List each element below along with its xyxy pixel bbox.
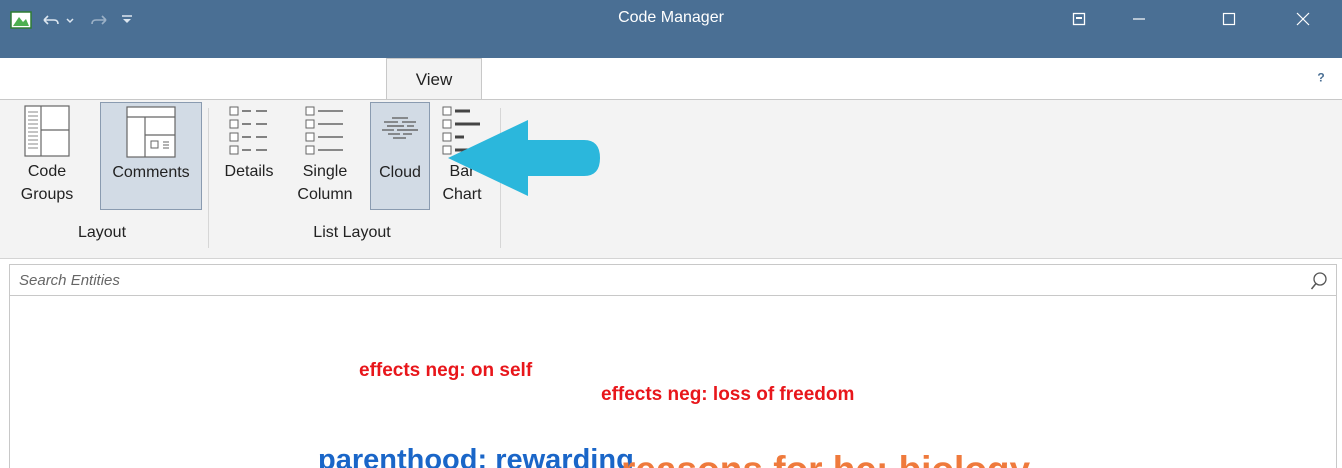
group-label-list-layout: List Layout: [313, 224, 391, 241]
collapse-ribbon-icon[interactable]: [1278, 66, 1300, 88]
title-bar: Code Manager Codes Search & Filter Tools…: [0, 0, 1342, 90]
tab-view[interactable]: View: [386, 58, 482, 100]
single-column-label-2: Column: [297, 186, 353, 203]
close-button[interactable]: [1280, 4, 1326, 34]
cloud-word[interactable]: parenthood: rewarding: [318, 444, 634, 468]
maximize-button[interactable]: [1206, 4, 1252, 34]
group-separator: [208, 108, 209, 248]
group-label-layout: Layout: [77, 224, 127, 241]
comments-label: Comments: [112, 164, 190, 181]
code-groups-label-1: Code: [27, 163, 67, 180]
details-list-icon: [227, 102, 271, 160]
single-column-label-1: Single: [302, 163, 348, 180]
tab-codes[interactable]: Codes: [18, 62, 96, 99]
code-groups-button[interactable]: Code Groups: [0, 102, 94, 210]
word-cloud-icon: [378, 103, 422, 161]
code-groups-layout-icon: [23, 102, 71, 160]
help-icon[interactable]: ?: [1310, 66, 1332, 88]
cloud-word[interactable]: reasons for hc: biology: [621, 449, 1030, 468]
cloud-word[interactable]: effects neg: on self: [359, 360, 532, 382]
svg-text:?: ?: [1317, 71, 1324, 85]
tab-tools[interactable]: Tools: [300, 62, 370, 99]
comments-layout-icon: [125, 103, 177, 161]
search-input[interactable]: Search Entities: [19, 272, 120, 289]
details-label: Details: [224, 163, 274, 180]
comments-button[interactable]: Comments: [100, 102, 202, 210]
search-icon[interactable]: [1310, 271, 1328, 291]
cloud-button[interactable]: Cloud: [370, 102, 430, 210]
tab-search-filter[interactable]: Search & Filter: [130, 62, 265, 99]
minimize-button[interactable]: [1116, 4, 1162, 34]
details-button[interactable]: Details: [216, 102, 282, 210]
word-cloud-area: effects neg: on self effects neg: loss o…: [9, 296, 1337, 468]
search-bar[interactable]: Search Entities: [9, 264, 1337, 296]
single-column-button[interactable]: Single Column: [292, 102, 358, 210]
annotation-arrow-icon: [448, 120, 600, 196]
code-groups-label-2: Groups: [20, 186, 74, 203]
cloud-label: Cloud: [379, 164, 421, 181]
ribbon-display-options-button[interactable]: [1056, 4, 1102, 34]
cloud-word[interactable]: effects neg: loss of freedom: [601, 384, 854, 406]
ribbon: Code Groups Comments Details Single Colu…: [0, 99, 1342, 259]
single-column-list-icon: [303, 102, 347, 160]
